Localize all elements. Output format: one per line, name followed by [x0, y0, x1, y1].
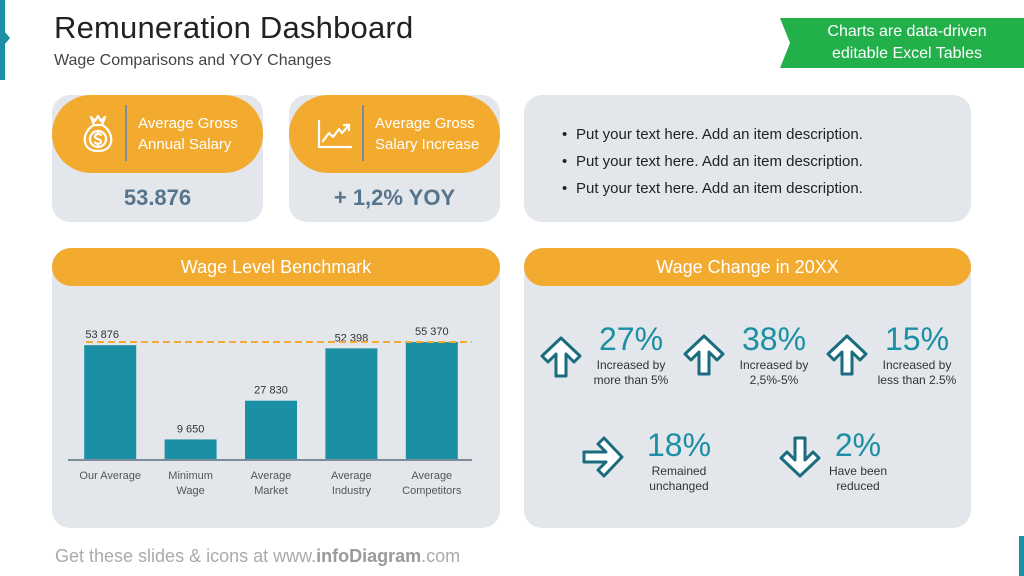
- stat-unchanged: 18% Remained unchanged: [638, 428, 720, 494]
- stat-reduced: 2% Have been reduced: [822, 428, 894, 494]
- category-label: Minimum: [168, 470, 213, 482]
- left-accent-bar: [0, 0, 10, 80]
- bar: [84, 345, 137, 460]
- category-label: Competitors: [402, 485, 462, 497]
- stat-percent: 27%: [598, 321, 664, 357]
- excel-note-ribbon: Charts are data-driven editable Excel Ta…: [780, 18, 1024, 68]
- bar: [245, 400, 297, 460]
- note-item: Put your text here. Add an item descript…: [562, 152, 863, 179]
- arrow-up-icon: [540, 336, 582, 378]
- page-title: Remuneration Dashboard: [54, 10, 414, 45]
- arrow-down-icon: [779, 436, 821, 478]
- right-accent-bar: [1019, 536, 1024, 576]
- footer-credit: Get these slides & icons at www.infoDiag…: [55, 546, 461, 566]
- notes-card: Put your text here. Add an item descript…: [524, 95, 971, 222]
- money-bag-icon: [83, 114, 113, 153]
- kpi-label: Average Gross Annual Salary: [138, 115, 238, 153]
- stat-increase-under-2-5: 15% Increased by less than 2.5%: [872, 322, 962, 388]
- notes-list: Put your text here. Add an item descript…: [562, 125, 863, 206]
- kpi-divider: [125, 105, 127, 161]
- note-item: Put your text here. Add an item descript…: [562, 125, 863, 152]
- ribbon-line-1: Charts are data-driven: [827, 23, 987, 40]
- stat-percent: 18%: [646, 427, 712, 463]
- bar-value-label: 9 650: [177, 423, 205, 435]
- benchmark-card: Wage Level Benchmark 53 876 Our Average 9 …: [52, 248, 500, 528]
- bar-value-label: 27 830: [254, 385, 288, 397]
- stat-description: Have been reduced: [828, 464, 888, 493]
- wage-change-card: Wage Change in 20XX 27% Increased by more…: [524, 248, 971, 528]
- stat-increase-2-5-to-5: 38% Increased by 2,5%-5%: [732, 322, 816, 388]
- kpi-card-salary-increase: Average Gross Salary Increase + 1,2% YOY: [289, 95, 500, 222]
- category-label: Average: [331, 470, 372, 482]
- stat-percent: 15%: [884, 321, 950, 357]
- kpi-card-annual-salary: Average Gross Annual Salary 53.876: [52, 95, 263, 222]
- stat-percent: 38%: [741, 321, 807, 357]
- stat-description: Increased by more than 5%: [593, 358, 669, 387]
- kpi-header: Average Gross Salary Increase: [289, 95, 500, 173]
- stat-description: Increased by less than 2.5%: [877, 358, 957, 387]
- kpi-header: Average Gross Annual Salary: [52, 95, 263, 173]
- bar: [325, 348, 378, 460]
- arrow-up-icon: [683, 334, 725, 376]
- page-subtitle: Wage Comparisons and YOY Changes: [54, 52, 332, 69]
- footer-brand: infoDiagram: [316, 546, 422, 566]
- category-label: Our Average: [79, 470, 141, 482]
- bar-value-label: 53 876: [85, 329, 119, 341]
- wage-change-title: Wage Change in 20XX: [524, 248, 971, 286]
- bar: [405, 342, 458, 460]
- category-label: Average: [411, 470, 452, 482]
- benchmark-chart: 53 876 Our Average 9 650 Minimum Wage 27 830 A…: [68, 326, 472, 497]
- category-label: Wage: [176, 485, 204, 497]
- kpi-value: 53.876: [123, 185, 192, 210]
- ribbon-line-2: editable Excel Tables: [831, 45, 983, 62]
- stat-percent: 2%: [834, 427, 882, 463]
- stat-description: Increased by 2,5%-5%: [739, 358, 809, 387]
- kpi-label: Average Gross Salary Increase: [375, 115, 480, 153]
- kpi-divider: [362, 105, 364, 161]
- kpi-value: + 1,2% YOY: [333, 185, 456, 210]
- trend-chart-icon: [317, 119, 353, 149]
- arrow-right-icon: [582, 436, 624, 478]
- note-item: Put your text here. Add an item descript…: [562, 179, 863, 206]
- category-label: Market: [254, 485, 288, 497]
- bar-value-label: 55 370: [415, 326, 449, 338]
- arrow-up-icon: [826, 334, 868, 376]
- category-label: Average: [251, 470, 292, 482]
- bar: [164, 439, 217, 460]
- stat-description: Remained unchanged: [649, 464, 709, 493]
- category-label: Industry: [332, 485, 372, 497]
- stat-increase-over-5: 27% Increased by more than 5%: [590, 322, 672, 388]
